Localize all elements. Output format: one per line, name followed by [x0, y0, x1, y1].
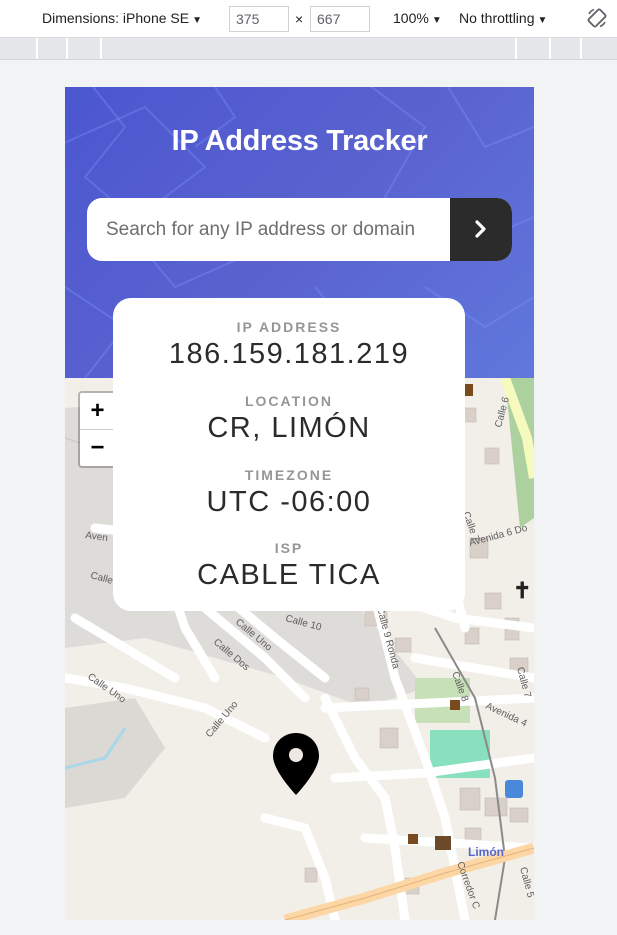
throttling-label: No throttling: [459, 10, 535, 26]
chevron-right-icon: [475, 220, 486, 238]
height-input[interactable]: [310, 6, 370, 32]
place-label: Limón: [468, 845, 504, 859]
location-label: LOCATION: [244, 393, 334, 409]
ip-address-value: 186.159.181.219: [168, 338, 410, 370]
timezone-value: UTC -06:00: [206, 486, 372, 518]
zoom-label: 100%: [393, 10, 429, 26]
timezone-label: TIMEZONE: [244, 467, 334, 483]
chevron-down-icon: ▼: [431, 15, 442, 26]
media-query-ruler: [0, 38, 617, 60]
device-label: Dimensions: iPhone SE: [42, 10, 190, 26]
throttling-dropdown[interactable]: No throttling ▼: [459, 10, 547, 26]
zoom-dropdown[interactable]: 100% ▼: [393, 10, 442, 26]
times-symbol: ×: [295, 11, 304, 27]
rotate-icon[interactable]: [586, 7, 608, 29]
ip-address-label: IP ADDRESS: [236, 319, 342, 335]
device-dropdown[interactable]: Dimensions: iPhone SE ▼: [42, 10, 202, 26]
svg-text:✝: ✝: [513, 578, 531, 603]
ip-info-card: IP ADDRESS 186.159.181.219 LOCATION CR, …: [113, 298, 465, 611]
zoom-in-button[interactable]: +: [80, 393, 115, 429]
chevron-down-icon: ▼: [192, 15, 202, 26]
isp-label: ISP: [274, 540, 304, 556]
device-viewport: ✝ Calle 6 Calle 7 Avenida 6 Do Aven Call…: [65, 87, 534, 920]
devtools-device-toolbar: Dimensions: iPhone SE▼ × 100%▼ No thrott…: [0, 0, 617, 38]
width-input[interactable]: [229, 6, 289, 32]
chevron-down-icon: ▼: [537, 15, 548, 26]
page-title: IP Address Tracker: [171, 125, 428, 157]
search-bar: [87, 198, 512, 261]
zoom-out-button[interactable]: −: [80, 429, 115, 465]
zoom-control: + −: [78, 391, 117, 468]
search-input[interactable]: [87, 198, 450, 261]
search-submit-button[interactable]: [450, 198, 512, 261]
location-value: CR, LIMÓN: [207, 412, 371, 444]
isp-value: CABLE TICA: [197, 559, 381, 591]
